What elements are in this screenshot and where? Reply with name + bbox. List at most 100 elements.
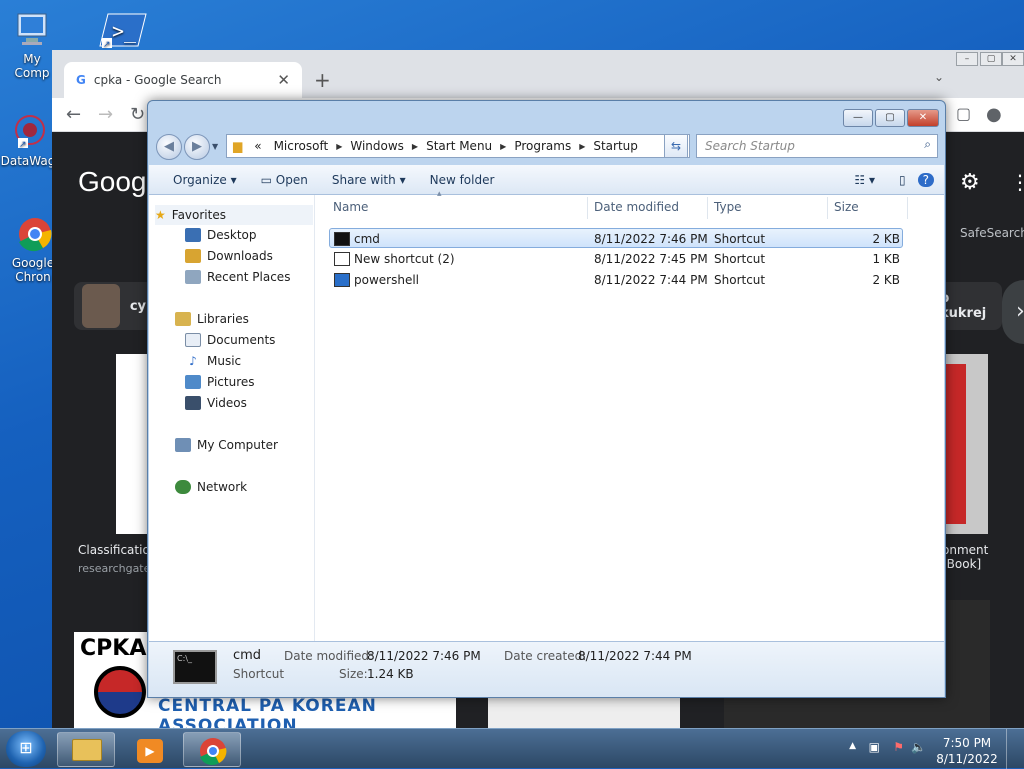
column-header-date-modified[interactable]: Date modified — [594, 200, 679, 214]
nav-downloads[interactable]: Downloads — [185, 249, 273, 263]
side-panel-icon[interactable]: ▢ — [956, 104, 971, 123]
new-tab-icon[interactable]: + — [314, 68, 331, 92]
close-button[interactable]: ✕ — [907, 109, 939, 127]
new-folder-button[interactable]: New folder — [418, 173, 507, 187]
close-tab-icon[interactable]: ✕ — [277, 71, 290, 89]
maximize-icon[interactable]: ▢ — [980, 52, 1002, 66]
maximize-button[interactable]: ▢ — [875, 109, 905, 127]
forward-icon[interactable]: → — [98, 104, 113, 125]
profile-icon[interactable]: ● — [986, 104, 1002, 125]
column-header-type[interactable]: Type — [714, 200, 742, 214]
organize-button[interactable]: Organize ▾ — [149, 173, 249, 187]
breadcrumb-separator-icon[interactable]: ▶ — [410, 142, 420, 151]
nav-my-computer[interactable]: My Computer — [175, 438, 278, 452]
address-overflow[interactable]: « — [248, 139, 267, 153]
image-source-left[interactable]: researchgate. — [78, 562, 154, 575]
nav-videos[interactable]: Videos — [185, 396, 247, 410]
forward-button[interactable]: ▶ — [184, 134, 210, 160]
open-icon: ▭ — [260, 172, 272, 187]
chrome-tab[interactable]: G cpka - Google Search ✕ — [64, 62, 302, 98]
chip-label: p kukrej — [940, 291, 987, 321]
image-caption-left[interactable]: Classificatio — [78, 543, 150, 557]
taskbar-chrome[interactable] — [183, 732, 241, 767]
network-tray-icon[interactable]: ▣ — [869, 740, 880, 754]
file-row-cmd[interactable]: cmd 8/11/2022 7:46 PM Shortcut 2 KB — [329, 228, 903, 248]
column-divider[interactable] — [827, 197, 828, 219]
address-bar[interactable]: ▆ « Microsoft ▶ Windows ▶ Start Menu ▶ Prog… — [226, 134, 690, 158]
taskbar-media-player[interactable]: ▶ — [120, 732, 178, 767]
breadcrumb-separator-icon[interactable]: ▶ — [498, 142, 508, 151]
command-bar: Organize ▾ ▭ Open Share with ▾ New folde… — [149, 165, 944, 195]
nav-desktop[interactable]: Desktop — [185, 228, 257, 242]
taskbar-explorer[interactable] — [57, 732, 115, 767]
safesearch-link[interactable]: SafeSearch — [960, 226, 1024, 240]
related-chip-left[interactable]: cy — [74, 282, 154, 330]
chevron-right-icon[interactable]: › — [1002, 280, 1024, 344]
svg-text:↗: ↗ — [19, 140, 27, 150]
chrome-icon — [13, 214, 53, 254]
nav-recent-places[interactable]: Recent Places — [185, 270, 290, 284]
search-icon[interactable]: ⌕ — [924, 137, 931, 152]
volume-icon[interactable]: 🔈 — [911, 740, 926, 754]
details-date-created-label: Date created: — [504, 649, 587, 663]
desktop-icon-datawag[interactable]: ↗ DataWag — [0, 112, 56, 168]
column-header-size[interactable]: Size — [834, 200, 859, 214]
file-row-new-shortcut[interactable]: New shortcut (2) 8/11/2022 7:45 PM Short… — [329, 249, 903, 269]
back-icon[interactable]: ← — [66, 104, 81, 125]
column-divider[interactable] — [707, 197, 708, 219]
search-input[interactable]: Search Startup ⌕ — [696, 134, 938, 158]
clock[interactable]: 7:50 PM 8/11/2022 — [934, 735, 1000, 767]
desktop-icon-powershell[interactable]: >_ ↗ — [90, 10, 147, 52]
column-header-name[interactable]: Name — [333, 200, 368, 214]
apps-grid-icon[interactable]: ⋮ — [1010, 170, 1024, 194]
column-divider[interactable] — [587, 197, 588, 219]
nav-favorites[interactable]: ★ Favorites — [155, 205, 313, 225]
computer-icon — [12, 10, 52, 50]
open-button[interactable]: ▭ Open — [249, 173, 320, 187]
recent-pages-icon[interactable]: ▼ — [212, 134, 224, 160]
view-options-icon[interactable]: ☷ ▾ — [842, 173, 887, 187]
breadcrumb-separator-icon[interactable]: ▶ — [334, 142, 344, 151]
desktop-icon-google-chrome[interactable]: Google Chron — [8, 214, 58, 284]
column-divider[interactable] — [907, 197, 908, 219]
help-icon[interactable]: ? — [917, 172, 934, 187]
nav-libraries[interactable]: Libraries — [175, 312, 249, 326]
details-pane: C:\_ cmd Shortcut Date modified: 8/11/20… — [149, 641, 944, 697]
tab-search-chevron-icon[interactable]: ⌄ — [934, 70, 944, 84]
breadcrumb-startup[interactable]: Startup — [587, 139, 644, 153]
breadcrumb-programs[interactable]: Programs — [508, 139, 577, 153]
chrome-tab-bar: G cpka - Google Search ✕ + ⌄ – ▢ ✕ — [52, 50, 1024, 98]
star-icon: ★ — [155, 208, 166, 222]
minimize-icon[interactable]: – — [956, 52, 978, 66]
nav-label: Recent Places — [207, 270, 291, 284]
nav-pictures[interactable]: Pictures — [185, 375, 255, 389]
share-with-button[interactable]: Share with ▾ — [320, 173, 418, 187]
breadcrumb-microsoft[interactable]: Microsoft — [268, 139, 335, 153]
google-logo[interactable]: Goog — [78, 166, 147, 198]
nav-network[interactable]: Network — [175, 480, 247, 494]
show-hidden-icons-icon[interactable]: ▲ — [849, 741, 856, 751]
action-center-icon[interactable]: ⚑ — [893, 740, 904, 754]
preview-pane-icon[interactable]: ▯ — [887, 173, 918, 187]
back-button[interactable]: ◀ — [156, 134, 182, 160]
image-caption-right[interactable]: onment [Book] — [942, 543, 1024, 571]
file-size: 1 KB — [872, 252, 900, 266]
start-button[interactable]: ⊞ — [6, 731, 46, 767]
breadcrumb-separator-icon[interactable]: ▶ — [577, 142, 587, 151]
breadcrumb-start-menu[interactable]: Start Menu — [420, 139, 498, 153]
breadcrumb-windows[interactable]: Windows — [344, 139, 410, 153]
file-type: Shortcut — [714, 273, 766, 287]
details-size: 1.24 KB — [367, 667, 414, 681]
nav-music[interactable]: ♪ Music — [185, 354, 241, 368]
nav-label: Music — [207, 354, 242, 368]
settings-gear-icon[interactable]: ⚙ — [960, 170, 980, 195]
nav-documents[interactable]: Documents — [185, 333, 275, 347]
close-window-icon[interactable]: ✕ — [1002, 52, 1024, 66]
file-row-powershell[interactable]: powershell 8/11/2022 7:44 PM Shortcut 2 … — [329, 270, 903, 290]
file-size: 2 KB — [872, 273, 900, 287]
minimize-button[interactable]: — — [843, 109, 873, 127]
cmd-large-icon: C:\_ — [173, 650, 217, 684]
show-desktop-button[interactable] — [1006, 729, 1018, 769]
reload-icon[interactable]: ↻ — [130, 104, 145, 125]
refresh-icon[interactable]: ⇆ — [664, 134, 688, 158]
